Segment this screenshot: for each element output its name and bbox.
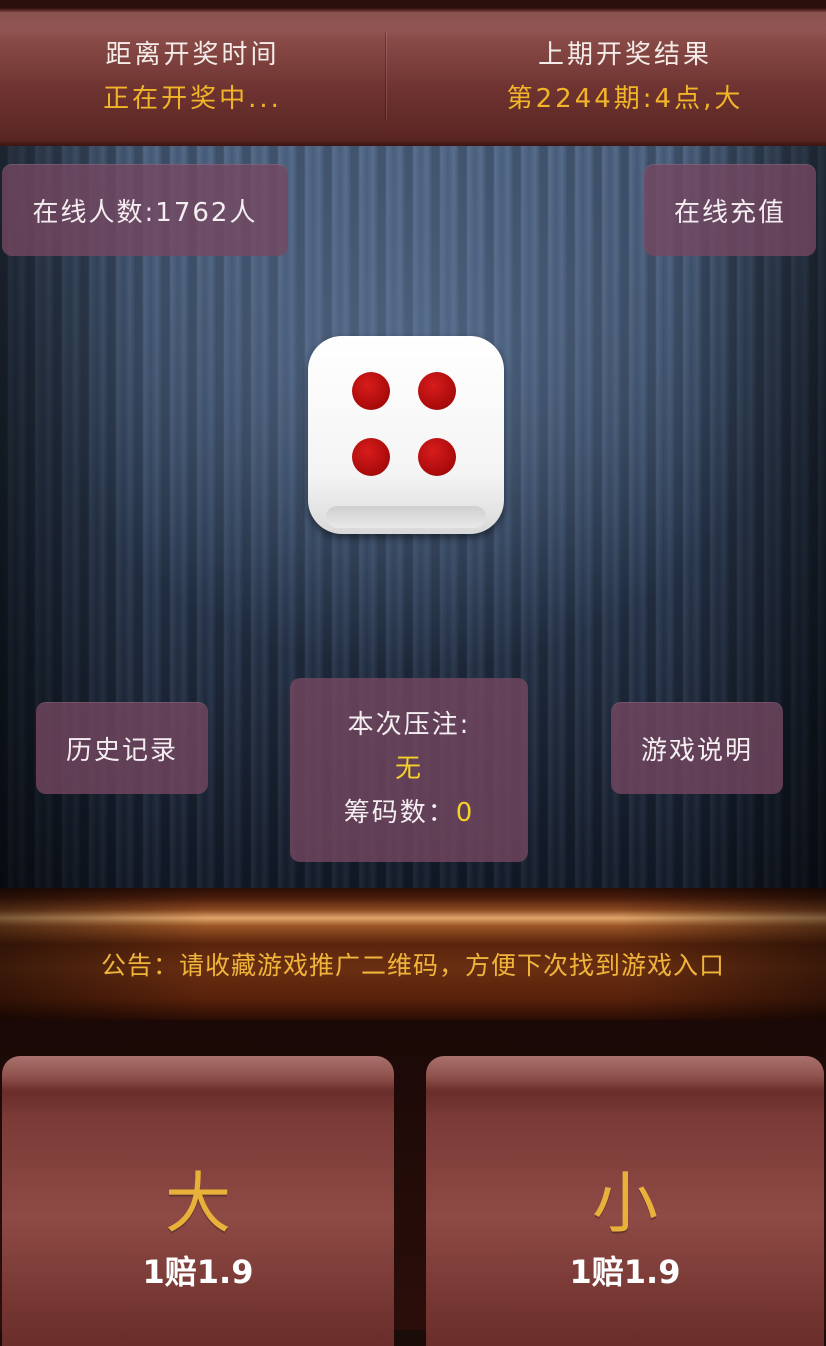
dice-pip	[418, 372, 456, 410]
header-divider	[385, 32, 386, 120]
game-rules-button[interactable]: 游戏说明	[611, 702, 783, 794]
current-bet-value: 无	[394, 754, 423, 784]
last-result-panel: 上期开奖结果 第2244期:4点,大	[430, 38, 820, 116]
bet-big-label: 大	[165, 1165, 231, 1242]
bet-small-button[interactable]: 小 1赔1.9	[426, 1056, 824, 1346]
dice-bottom-edge	[326, 506, 486, 528]
dice-pip	[352, 438, 390, 476]
current-bet-title: 本次压注:	[347, 710, 471, 740]
online-count-badge: 在线人数:1762人	[2, 164, 288, 256]
recharge-button[interactable]: 在线充值	[644, 164, 816, 256]
announcement-text: 公告：请收藏游戏推广二维码，方便下次找到游戏入口	[100, 951, 725, 980]
countdown-status: 正在开奖中...	[103, 84, 282, 114]
bet-card-highlight	[426, 1056, 824, 1090]
game-table: 在线人数:1762人 在线充值 历史记录 本次压注: 无 筹码数：0 游戏说明	[0, 146, 826, 888]
bet-big-button[interactable]: 大 1赔1.9	[2, 1056, 394, 1346]
countdown-label: 距离开奖时间	[105, 40, 280, 70]
countdown-panel: 距离开奖时间 正在开奖中...	[0, 38, 385, 116]
dice-pip	[418, 438, 456, 476]
current-bet-panel: 本次压注: 无 筹码数：0	[290, 678, 528, 862]
dice-four-icon	[308, 336, 504, 534]
chips-row: 筹码数：0	[290, 796, 528, 830]
bet-small-odds: 1赔1.9	[569, 1253, 681, 1291]
bet-small-label: 小	[592, 1165, 658, 1242]
header-highlight	[0, 12, 826, 40]
draw-header: 距离开奖时间 正在开奖中... 上期开奖结果 第2244期:4点,大	[0, 0, 826, 146]
dice-pip	[352, 372, 390, 410]
history-button[interactable]: 历史记录	[36, 702, 208, 794]
bet-big-odds: 1赔1.9	[142, 1253, 254, 1291]
last-result-label: 上期开奖结果	[537, 40, 712, 70]
bet-area: 大 1赔1.9 小 1赔1.9	[0, 1020, 826, 1346]
bet-card-highlight	[2, 1056, 394, 1090]
last-result-value: 第2244期:4点,大	[506, 84, 744, 114]
chips-label: 筹码数：	[343, 798, 456, 828]
chips-value: 0	[455, 798, 475, 828]
